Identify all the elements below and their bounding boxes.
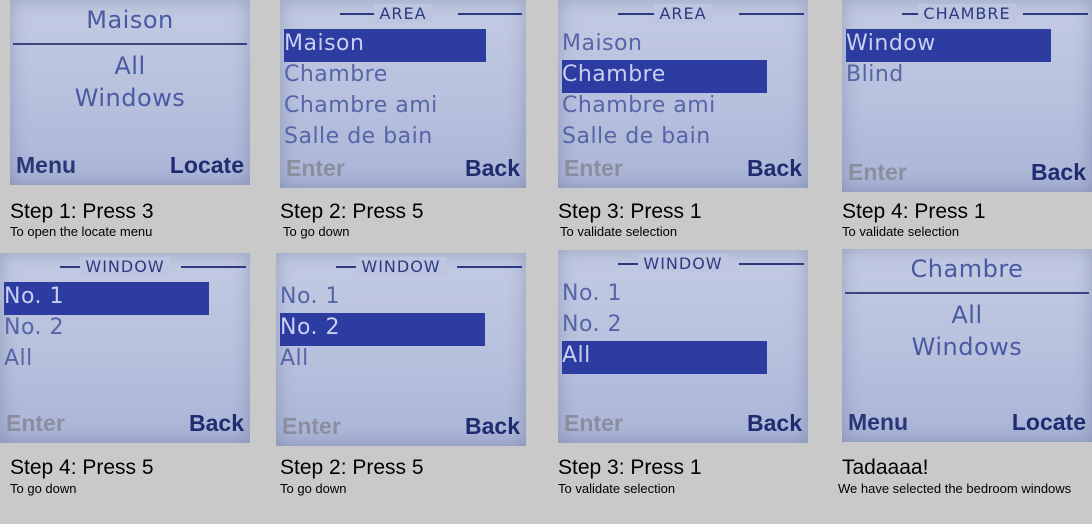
screen-header: WINDOW xyxy=(276,257,526,276)
step-description: To validate selection xyxy=(560,224,678,239)
right-softkey[interactable]: Back xyxy=(465,155,520,182)
menu-item[interactable]: Salle de bain xyxy=(562,124,711,149)
right-softkey[interactable]: Locate xyxy=(1012,409,1086,436)
menu-item[interactable]: Maison xyxy=(284,31,364,56)
status-line-2: Windows xyxy=(911,333,1023,361)
step-title: Step 4: Press 1 xyxy=(842,200,986,223)
left-softkey[interactable]: Menu xyxy=(848,409,908,436)
left-softkey[interactable]: Enter xyxy=(564,155,623,182)
step-description: We have selected the bedroom windows xyxy=(838,481,1072,496)
menu-item[interactable]: No. 2 xyxy=(280,315,340,340)
screen-title: Maison xyxy=(86,6,174,34)
menu-item[interactable]: Chambre ami xyxy=(284,93,438,118)
left-softkey[interactable]: Enter xyxy=(564,410,623,437)
left-softkey[interactable]: Enter xyxy=(848,159,907,186)
menu-item[interactable]: Chambre xyxy=(284,62,388,87)
phone-lcd-screen: CHAMBRE Window Blind Enter Back xyxy=(842,0,1092,192)
status-line-1: All xyxy=(114,52,146,80)
step-title: Step 4: Press 5 xyxy=(10,456,154,479)
menu-item[interactable]: No. 1 xyxy=(4,284,64,309)
step-description: To validate selection xyxy=(842,224,960,239)
right-softkey[interactable]: Locate xyxy=(170,152,244,179)
screen-header-text: WINDOW xyxy=(80,257,170,276)
phone-lcd-screen: Chambre All Windows Menu Locate xyxy=(842,249,1092,442)
screen-header: CHAMBRE xyxy=(842,4,1092,23)
screen-header-text: WINDOW xyxy=(356,257,446,276)
screen-header-text: CHAMBRE xyxy=(918,4,1016,23)
screen-header-text: WINDOW xyxy=(638,254,728,273)
menu-item[interactable]: All xyxy=(562,343,591,368)
step-title: Step 3: Press 1 xyxy=(558,456,702,479)
title-divider xyxy=(845,292,1089,294)
phone-lcd-screen: AREA Maison Chambre Chambre ami Salle de bai… xyxy=(280,0,526,188)
phone-lcd-screen: WINDOW No. 1 No. 2 All Enter Back xyxy=(558,250,808,443)
screen-header: WINDOW xyxy=(558,254,808,273)
left-softkey[interactable]: Enter xyxy=(282,413,341,440)
step-description: To go down xyxy=(283,224,350,239)
step-description: To validate selection xyxy=(558,481,676,496)
menu-item[interactable]: All xyxy=(280,346,309,371)
right-softkey[interactable]: Back xyxy=(1031,159,1086,186)
menu-item[interactable]: Maison xyxy=(562,31,642,56)
step-description: To go down xyxy=(10,481,77,496)
menu-item[interactable]: No. 1 xyxy=(280,284,340,309)
right-softkey[interactable]: Back xyxy=(747,155,802,182)
phone-lcd-screen: WINDOW No. 1 No. 2 All Enter Back xyxy=(0,253,250,443)
step-description: To open the locate menu xyxy=(10,224,153,239)
step-title: Step 3: Press 1 xyxy=(558,200,702,223)
menu-item[interactable]: No. 2 xyxy=(4,315,64,340)
right-softkey[interactable]: Back xyxy=(465,413,520,440)
menu-item[interactable]: Salle de bain xyxy=(284,124,433,149)
step-title: Step 1: Press 3 xyxy=(10,200,154,223)
screen-header: AREA xyxy=(280,4,526,23)
screen-title: Chambre xyxy=(910,255,1024,283)
step-title: Step 2: Press 5 xyxy=(280,456,424,479)
step-description: To go down xyxy=(280,481,347,496)
left-softkey[interactable]: Enter xyxy=(286,155,345,182)
screen-header: WINDOW xyxy=(0,257,250,276)
screen-header-text: AREA xyxy=(374,4,432,23)
title-divider xyxy=(13,43,247,45)
left-softkey[interactable]: Menu xyxy=(16,152,76,179)
menu-item[interactable]: No. 2 xyxy=(562,312,622,337)
phone-lcd-screen: Maison All Windows Menu Locate xyxy=(10,0,250,185)
right-softkey[interactable]: Back xyxy=(189,410,244,437)
status-line-2: Windows xyxy=(74,84,186,112)
menu-item[interactable]: Chambre xyxy=(562,62,666,87)
step-title: Tadaaaa! xyxy=(842,456,929,479)
right-softkey[interactable]: Back xyxy=(747,410,802,437)
selection-highlight xyxy=(562,341,767,374)
phone-lcd-screen: WINDOW No. 1 No. 2 All Enter Back xyxy=(276,253,526,446)
menu-item[interactable]: Window xyxy=(846,31,936,56)
screen-header-text: AREA xyxy=(654,4,712,23)
menu-item[interactable]: No. 1 xyxy=(562,281,622,306)
menu-item[interactable]: All xyxy=(4,346,33,371)
menu-item[interactable]: Blind xyxy=(846,62,904,87)
status-line-1: All xyxy=(951,301,983,329)
menu-item[interactable]: Chambre ami xyxy=(562,93,716,118)
step-title: Step 2: Press 5 xyxy=(280,200,424,223)
screen-header: AREA xyxy=(558,4,808,23)
left-softkey[interactable]: Enter xyxy=(6,410,65,437)
phone-lcd-screen: AREA Maison Chambre Chambre ami Salle de bai… xyxy=(558,0,808,188)
